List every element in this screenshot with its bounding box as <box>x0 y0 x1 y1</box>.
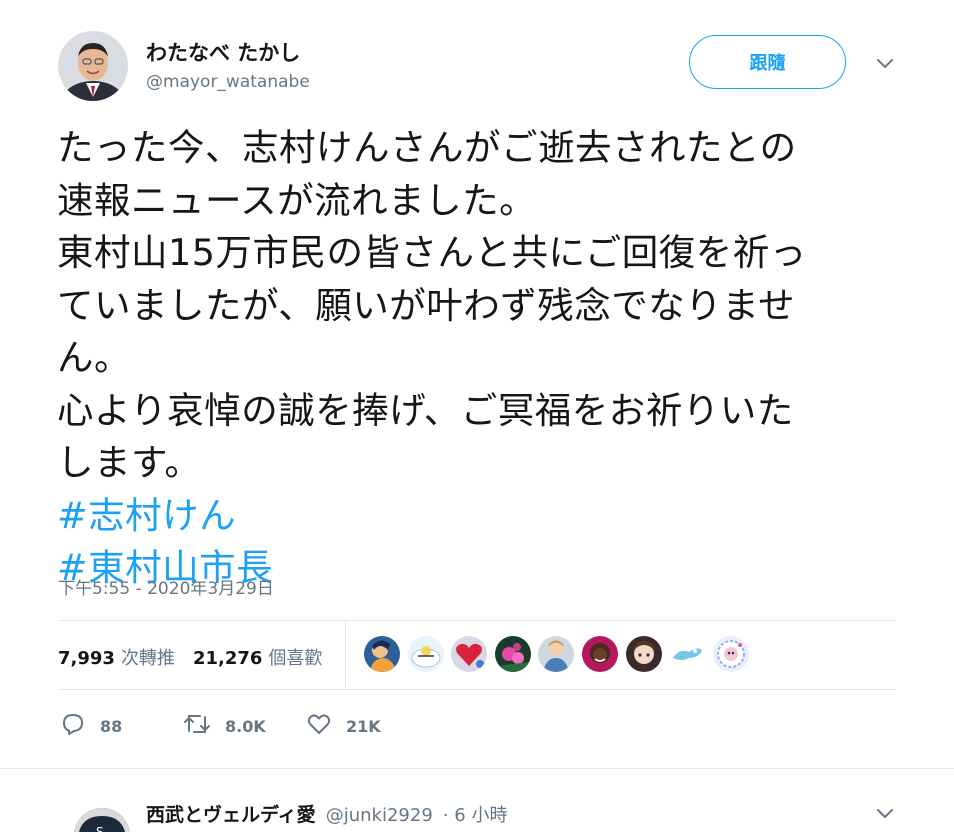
chevron-down-icon[interactable] <box>873 804 897 824</box>
retweet-button[interactable]: 8.0K <box>183 711 306 741</box>
author-name[interactable]: わたなべ たかし <box>146 37 300 67</box>
liker-avatar[interactable] <box>538 636 575 672</box>
tweet-text-line: たった今、志村けんさんがご逝去されたとの <box>57 126 797 169</box>
tweet-text-line: ていましたが、願いが叶わず残念でなりませ <box>57 283 796 327</box>
liker-avatar[interactable] <box>494 636 531 672</box>
tweet-text-line: 速報ニュースが流れました。 <box>57 178 537 222</box>
like-stat[interactable]: 21,276 個喜歡 <box>193 644 322 670</box>
tweet-text: たった今、志村けんさんがご逝去されたとの 速報ニュースが流れました。 東村山15… <box>57 122 897 595</box>
reply-button[interactable]: 88 <box>60 711 183 741</box>
reply-time[interactable]: · 6 小時 <box>443 805 508 826</box>
author-handle[interactable]: @mayor_watanabe <box>146 72 310 92</box>
follow-button[interactable]: 跟隨 <box>689 35 846 89</box>
liker-avatar[interactable] <box>669 636 706 672</box>
reply-author-avatar[interactable]: S <box>74 808 130 832</box>
retweet-action-count: 8.0K <box>225 716 266 736</box>
tweet-actions: 88 8.0K 21K <box>60 711 381 741</box>
like-button[interactable]: 21K <box>306 711 381 741</box>
reply-author-name[interactable]: 西武とヴェルディ愛 <box>146 804 316 826</box>
tweet-text-line: 心より哀悼の誠を捧げ、ご冥福をお祈りいた <box>57 388 794 432</box>
tweet-stats: 7,993 次轉推 21,276 個喜歡 <box>58 644 322 670</box>
like-label: 個喜歡 <box>268 648 323 669</box>
stats-separator <box>345 621 346 689</box>
liker-avatar[interactable] <box>625 636 662 672</box>
reply-icon <box>60 711 86 741</box>
liker-avatar[interactable] <box>451 636 488 672</box>
reply-header: 西武とヴェルディ愛 @junki2929 · 6 小時 <box>146 800 507 827</box>
author-avatar[interactable] <box>58 31 128 101</box>
divider <box>58 620 896 621</box>
retweet-count: 7,993 <box>58 648 115 669</box>
tweet-text-line: 東村山15万市民の皆さんと共にご回復を祈っ <box>57 231 807 274</box>
liker-avatar[interactable] <box>712 636 749 672</box>
reply-count: 88 <box>100 716 123 736</box>
tweet-timestamp[interactable]: 下午5:55 - 2020年3月29日 <box>58 574 274 599</box>
retweet-stat[interactable]: 7,993 次轉推 <box>58 644 175 670</box>
divider <box>58 689 896 690</box>
like-action-count: 21K <box>346 716 381 736</box>
svg-text:S: S <box>96 825 104 832</box>
tweet-text-line: ん。 <box>57 336 131 379</box>
chevron-down-icon[interactable] <box>873 54 897 74</box>
liker-avatar[interactable] <box>364 636 400 672</box>
heart-icon <box>306 711 332 741</box>
hashtag-link[interactable]: #志村けん <box>57 490 897 543</box>
retweet-label: 次轉推 <box>120 648 175 669</box>
like-count: 21,276 <box>192 648 263 669</box>
liker-avatar[interactable] <box>407 636 444 672</box>
reply-author-handle[interactable]: @junki2929 <box>326 805 433 826</box>
liker-avatar[interactable] <box>581 636 618 672</box>
retweet-icon <box>183 711 211 741</box>
divider <box>0 768 954 769</box>
liker-avatars <box>364 636 756 672</box>
tweet-text-line: します。 <box>57 441 202 484</box>
